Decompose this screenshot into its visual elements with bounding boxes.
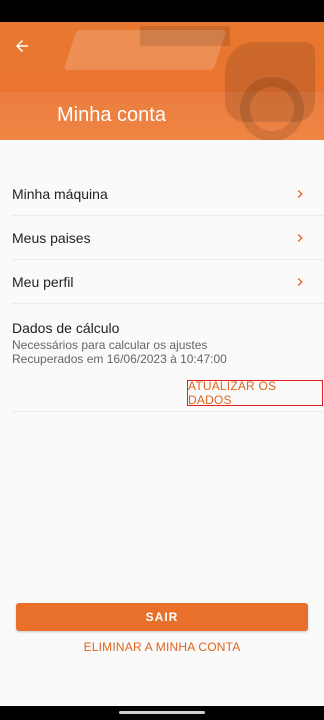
calc-title: Dados de cálculo xyxy=(12,320,120,336)
system-nav-bar xyxy=(0,706,324,720)
chevron-right-icon xyxy=(288,270,312,294)
delete-account-link[interactable]: ELIMINAR A MINHA CONTA xyxy=(0,640,324,654)
page-title: Minha conta xyxy=(57,104,166,126)
content-area: Minha máquina Meus paises Meu perfil Dad… xyxy=(0,140,324,706)
divider xyxy=(12,411,324,412)
banner-image-hopper xyxy=(140,26,230,46)
menu-item-label: Meu perfil xyxy=(12,273,74,290)
back-button[interactable] xyxy=(10,34,34,58)
chevron-right-icon xyxy=(288,182,312,206)
update-data-button[interactable]: ATUALIZAR OS DADOS xyxy=(187,379,323,407)
logout-button[interactable]: SAIR xyxy=(16,603,308,631)
calc-subtitle: Necessários para calcular os ajustes xyxy=(12,338,208,352)
menu-item-minha-maquina[interactable]: Minha máquina xyxy=(12,172,324,216)
status-bar xyxy=(0,0,324,22)
menu-item-label: Meus paises xyxy=(12,229,91,246)
home-indicator[interactable] xyxy=(119,711,205,714)
calc-data-section: Dados de cálculo Necessários para calcul… xyxy=(12,320,324,366)
chevron-right-icon xyxy=(288,226,312,250)
banner-image-wheel xyxy=(240,77,304,140)
calc-retrieved-date: Recuperados em 16/06/2023 à 10:47:00 xyxy=(12,352,227,366)
menu-item-meus-paises[interactable]: Meus paises xyxy=(12,216,324,260)
menu-item-meu-perfil[interactable]: Meu perfil xyxy=(12,260,324,304)
arrow-left-icon xyxy=(16,40,28,52)
menu-item-label: Minha máquina xyxy=(12,185,108,202)
header-banner: Minha conta xyxy=(0,22,324,140)
